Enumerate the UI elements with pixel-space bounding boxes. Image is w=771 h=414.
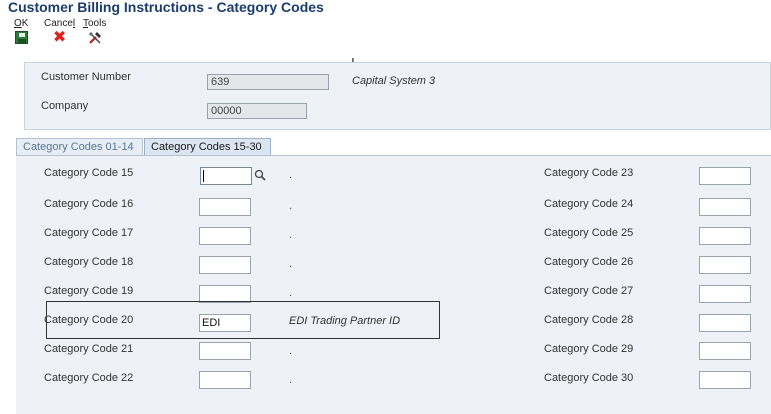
company-label: Company bbox=[41, 100, 89, 112]
category-code-28-label: Category Code 28 bbox=[544, 314, 634, 326]
category-codes-panel: Category Code 15 . Category Code 16 . Ca… bbox=[16, 155, 771, 414]
category-code-22-desc: . bbox=[289, 374, 293, 386]
category-code-28-input[interactable] bbox=[699, 314, 751, 332]
category-code-26-label: Category Code 26 bbox=[544, 256, 634, 268]
customer-name: Capital System 3 bbox=[352, 75, 436, 87]
save-disk-icon bbox=[14, 31, 28, 44]
category-code-17-desc: . bbox=[289, 229, 293, 241]
ok-button[interactable]: OK bbox=[14, 18, 28, 44]
category-code-21-input[interactable] bbox=[199, 342, 251, 360]
cancel-button[interactable]: Cancel ✖ bbox=[44, 18, 76, 46]
customer-number-field[interactable]: 639 bbox=[207, 74, 329, 90]
category-code-29-label: Category Code 29 bbox=[544, 343, 634, 355]
tools-icon bbox=[88, 31, 102, 45]
category-code-24-label: Category Code 24 bbox=[544, 198, 634, 210]
red-x-icon: ✖ bbox=[52, 29, 67, 46]
category-code-18-desc: . bbox=[289, 258, 293, 270]
category-code-22-input[interactable] bbox=[199, 371, 251, 389]
window-title: Customer Billing Instructions - Category… bbox=[8, 0, 324, 15]
category-code-25-input[interactable] bbox=[699, 227, 751, 245]
category-code-25-label: Category Code 25 bbox=[544, 227, 634, 239]
header-panel: Customer Number 639 Capital System 3 Com… bbox=[24, 62, 771, 130]
category-code-30-label: Category Code 30 bbox=[544, 372, 634, 384]
text-caret bbox=[203, 170, 204, 182]
category-code-21-label: Category Code 21 bbox=[44, 343, 134, 355]
toolbar: OK Cancel ✖ Tools bbox=[0, 18, 771, 52]
category-code-21-desc: . bbox=[289, 345, 293, 357]
category-code-27-input[interactable] bbox=[699, 285, 751, 303]
tab-category-codes-15-30[interactable]: Category Codes 15-30 bbox=[144, 138, 271, 155]
category-code-23-label: Category Code 23 bbox=[544, 167, 634, 179]
tools-button-label: Tools bbox=[83, 18, 107, 29]
category-code-15-desc: . bbox=[289, 169, 293, 181]
category-code-16-input[interactable] bbox=[199, 198, 251, 216]
category-code-18-label: Category Code 18 bbox=[44, 256, 134, 268]
category-code-30-input[interactable] bbox=[699, 371, 751, 389]
category-code-23-input[interactable] bbox=[699, 167, 751, 185]
customer-number-label: Customer Number bbox=[41, 71, 131, 83]
category-code-16-label: Category Code 16 bbox=[44, 198, 134, 210]
category-code-27-label: Category Code 27 bbox=[544, 285, 634, 297]
category-code-18-input[interactable] bbox=[199, 256, 251, 274]
category-code-19-label: Category Code 19 bbox=[44, 285, 134, 297]
category-code-17-label: Category Code 17 bbox=[44, 227, 134, 239]
category-code-15-input[interactable] bbox=[200, 167, 252, 185]
category-code-17-input[interactable] bbox=[199, 227, 251, 245]
company-field[interactable]: 00000 bbox=[207, 103, 307, 119]
tools-button[interactable]: Tools bbox=[83, 18, 106, 45]
callout-highlight-box bbox=[46, 301, 440, 339]
search-icon[interactable] bbox=[254, 169, 266, 181]
cancel-button-label: Cancel bbox=[44, 18, 76, 29]
ok-button-label: OK bbox=[14, 18, 29, 29]
category-code-19-desc: . bbox=[289, 287, 293, 299]
category-code-29-input[interactable] bbox=[699, 342, 751, 360]
title-bar: Customer Billing Instructions - Category… bbox=[0, 0, 771, 16]
tab-category-codes-01-14[interactable]: Category Codes 01-14 bbox=[16, 138, 143, 155]
category-code-15-label: Category Code 15 bbox=[44, 167, 134, 179]
category-code-16-desc: . bbox=[289, 200, 293, 212]
category-code-26-input[interactable] bbox=[699, 256, 751, 274]
category-code-24-input[interactable] bbox=[699, 198, 751, 216]
category-code-22-label: Category Code 22 bbox=[44, 372, 134, 384]
